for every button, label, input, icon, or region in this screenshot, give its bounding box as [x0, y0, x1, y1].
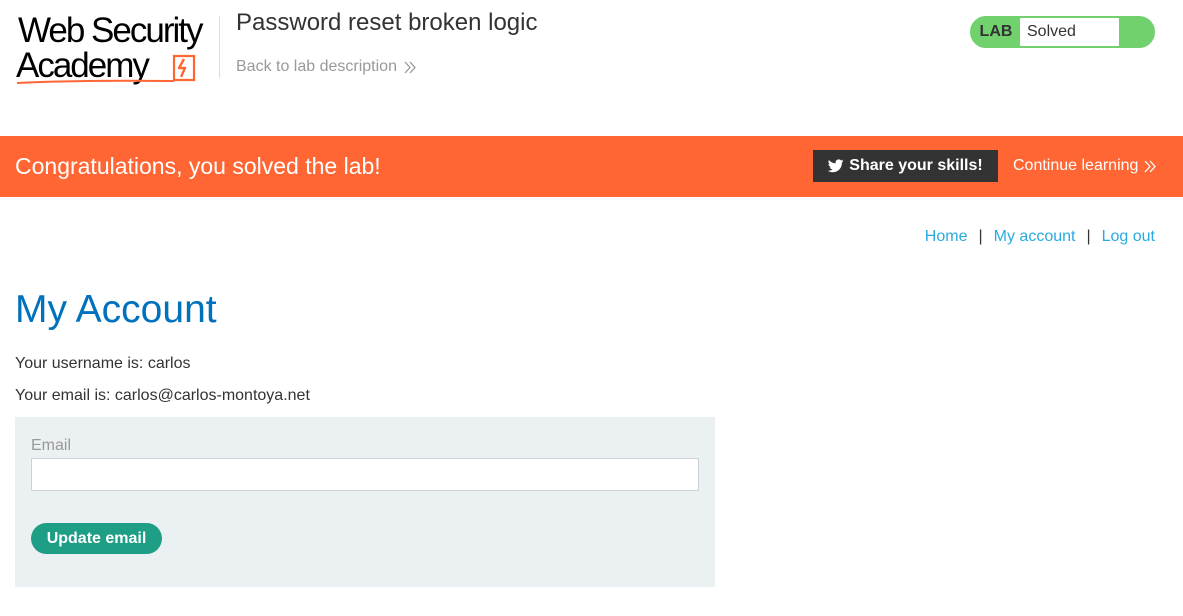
email-field[interactable]: [31, 458, 699, 491]
back-to-lab-description-link[interactable]: Back to lab description: [236, 57, 417, 77]
lab-status-tag: LAB: [979, 23, 1013, 40]
lab-status-state: Solved: [1020, 18, 1119, 46]
page-title: My Account: [15, 288, 217, 331]
lab-status-end: [1119, 18, 1153, 46]
nav-my-account-link[interactable]: My account: [994, 227, 1076, 247]
update-email-button[interactable]: Update email: [31, 523, 162, 554]
email-info: Your email is: carlos@carlos-montoya.net: [15, 387, 310, 404]
share-skills-button[interactable]: Share your skills!: [813, 150, 998, 182]
nav-log-out-link[interactable]: Log out: [1102, 227, 1155, 247]
logo-divider: [219, 16, 220, 78]
continue-learning-label: Continue learning: [1013, 157, 1139, 174]
account-nav: Home | My account | Log out: [925, 227, 1155, 247]
username-info: Your username is: carlos: [15, 355, 191, 372]
nav-separator: |: [1086, 228, 1091, 245]
nav-home-link[interactable]: Home: [925, 227, 968, 247]
solved-banner: Congratulations, you solved the lab! Sha…: [0, 136, 1183, 197]
continue-learning-link[interactable]: Continue learning: [1013, 156, 1157, 176]
twitter-icon: [828, 159, 844, 173]
back-link-label: Back to lab description: [236, 58, 397, 75]
web-security-academy-logo[interactable]: Web Security Academy: [16, 12, 220, 88]
lab-status-badge: LAB Solved: [970, 16, 1155, 48]
logo-underline: [16, 79, 175, 84]
change-email-form: Email Update email: [15, 417, 715, 587]
double-chevron-right-icon: [404, 61, 416, 73]
double-chevron-right-icon: [1144, 160, 1157, 172]
lab-title: Password reset broken logic: [236, 9, 538, 36]
congratulations-message: Congratulations, you solved the lab!: [15, 153, 381, 179]
logo-line1: Web Security: [18, 11, 203, 50]
email-field-label: Email: [31, 437, 72, 454]
header: Web Security Academy Password reset brok…: [0, 0, 1183, 136]
nav-separator: |: [978, 228, 983, 245]
share-skills-label: Share your skills!: [849, 157, 983, 174]
